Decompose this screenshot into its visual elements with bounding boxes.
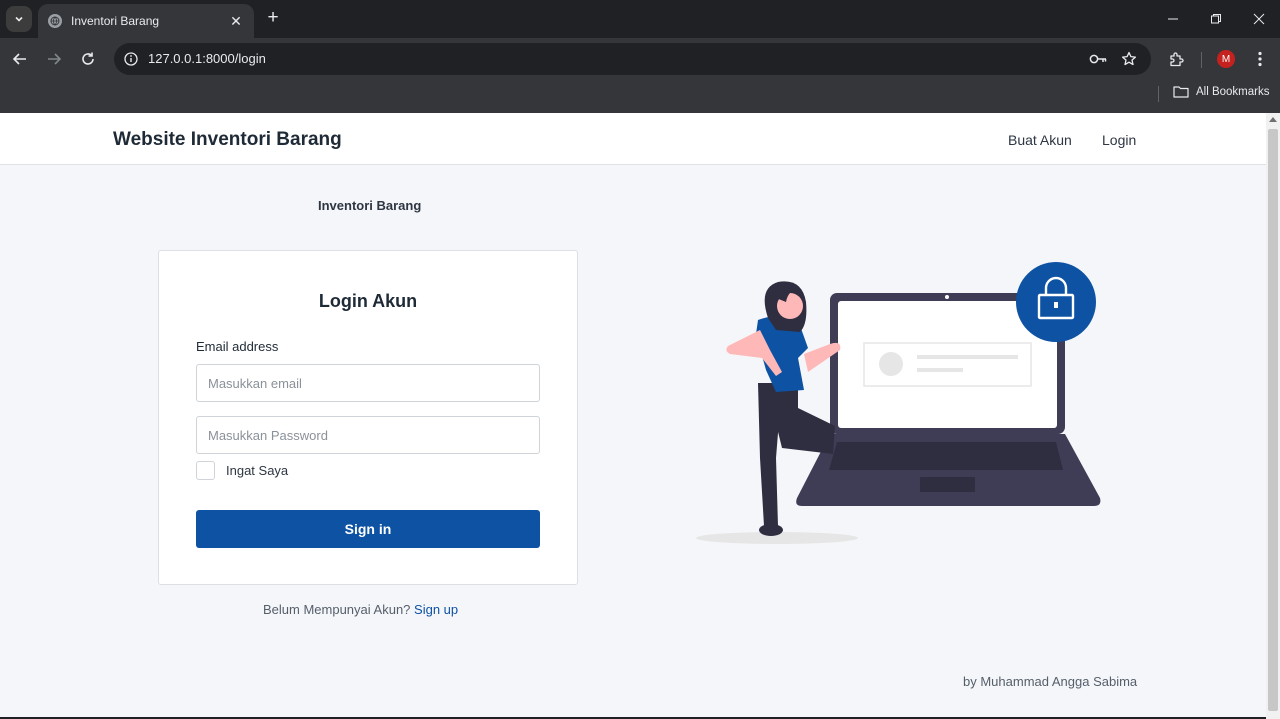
browser-toolbar: 127.0.0.1:8000/login M <box>0 38 1280 80</box>
remember-me-checkbox[interactable] <box>196 461 215 480</box>
sign-in-button[interactable]: Sign in <box>196 510 540 548</box>
laptop-keyboard <box>829 442 1063 470</box>
url-text: 127.0.0.1:8000/login <box>148 51 266 66</box>
signup-prompt-line: Belum Mempunyai Akun? Sign up <box>263 602 458 617</box>
password-input[interactable] <box>196 416 540 454</box>
folder-icon <box>1173 86 1189 98</box>
more-menu-icon[interactable] <box>1249 48 1271 70</box>
screen-card-line <box>917 355 1018 359</box>
address-bar[interactable]: 127.0.0.1:8000/login <box>114 43 1151 75</box>
profile-avatar[interactable]: M <box>1217 50 1235 68</box>
minimize-icon[interactable] <box>1162 8 1184 30</box>
reload-icon[interactable] <box>76 47 100 71</box>
nav-login-link[interactable]: Login <box>1102 132 1136 148</box>
email-label: Email address <box>196 339 279 354</box>
chevron-down-icon <box>15 16 23 22</box>
globe-icon <box>48 14 62 28</box>
nav-buat-akun-link[interactable]: Buat Akun <box>1008 132 1072 148</box>
padlock-keyhole <box>1054 302 1058 308</box>
close-window-icon[interactable] <box>1248 8 1270 30</box>
login-illustration <box>696 262 1101 544</box>
bookmarks-bar: All Bookmarks <box>0 80 1280 113</box>
scrollbar-thumb[interactable] <box>1268 129 1278 711</box>
bookmarks-divider <box>1158 86 1159 102</box>
login-card-title: Login Akun <box>318 291 418 311</box>
section-title: Inventori Barang <box>318 198 422 213</box>
laptop-trackpad <box>920 477 975 492</box>
woman-shoe <box>759 524 783 536</box>
key-icon[interactable] <box>1088 49 1108 69</box>
footer-credit: by Muhammad Angga Sabima <box>963 674 1138 689</box>
browser-tab[interactable]: Inventori Barang ✕ <box>38 4 254 38</box>
page-viewport: Website Inventori Barang Buat Akun Login… <box>0 113 1266 717</box>
tab-close-icon[interactable]: ✕ <box>228 13 244 30</box>
site-navbar: Website Inventori Barang Buat Akun Login <box>0 113 1266 165</box>
all-bookmarks-label: All Bookmarks <box>1196 85 1270 98</box>
scroll-up-arrow-icon[interactable] <box>1269 117 1277 122</box>
all-bookmarks-button[interactable]: All Bookmarks <box>1173 85 1270 98</box>
toolbar-divider <box>1201 52 1202 68</box>
tab-search-button[interactable] <box>6 6 32 32</box>
laptop-camera <box>945 295 949 299</box>
email-input[interactable] <box>196 364 540 402</box>
info-icon[interactable] <box>120 48 142 70</box>
extensions-icon[interactable] <box>1165 48 1187 70</box>
star-icon[interactable] <box>1119 49 1139 69</box>
login-card: Login Akun Email address Ingat Saya Sign… <box>158 250 578 585</box>
sign-up-link[interactable]: Sign up <box>414 602 458 617</box>
signup-prompt-text: Belum Mempunyai Akun? <box>263 602 411 617</box>
new-tab-icon[interactable]: + <box>262 8 284 30</box>
site-brand[interactable]: Website Inventori Barang <box>113 129 342 151</box>
tab-strip: Inventori Barang ✕ + <box>0 0 1280 38</box>
page-scrollbar[interactable] <box>1266 113 1280 719</box>
screen-card-avatar <box>879 352 903 376</box>
forward-arrow-icon[interactable] <box>42 47 66 71</box>
remember-me-label[interactable]: Ingat Saya <box>226 463 288 478</box>
restore-icon[interactable] <box>1205 8 1227 30</box>
back-arrow-icon[interactable] <box>8 47 32 71</box>
screen-card-line <box>917 368 963 372</box>
tab-title: Inventori Barang <box>71 14 160 28</box>
